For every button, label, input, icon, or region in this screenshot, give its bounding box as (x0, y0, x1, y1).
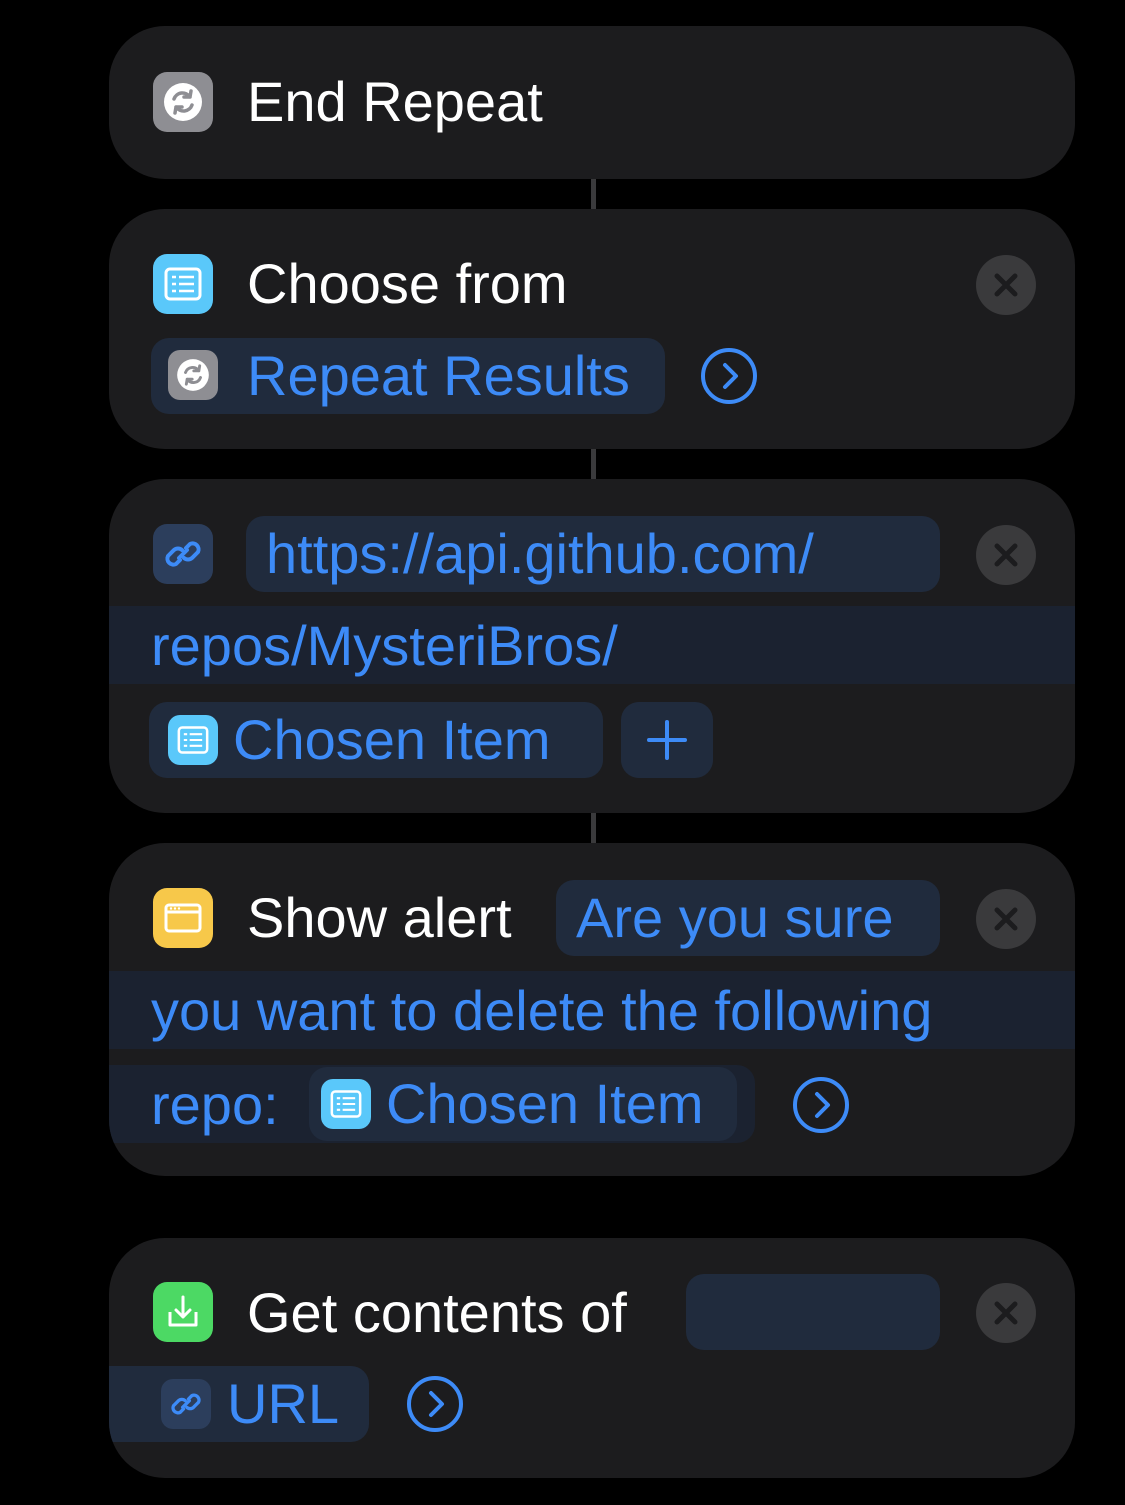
action-get-contents[interactable]: Get contents of URL (109, 1238, 1075, 1478)
url-input-field[interactable] (686, 1274, 940, 1350)
list-icon (153, 254, 213, 314)
variable-label: Repeat Results (247, 344, 630, 407)
variable-chip[interactable]: URL (109, 1366, 369, 1442)
chevron-right-icon (815, 1092, 830, 1118)
action-end-repeat[interactable]: End Repeat (109, 26, 1075, 179)
action-title: End Repeat (247, 70, 543, 133)
variable-chip[interactable]: Repeat Results (151, 338, 665, 414)
close-icon (994, 907, 1018, 931)
close-icon (994, 273, 1018, 297)
variable-chip[interactable]: Chosen Item (149, 702, 603, 778)
url-text-line2: repos/MysteriBros/ (151, 614, 618, 677)
plus-icon (647, 720, 687, 760)
link-icon (153, 524, 213, 584)
alert-message-line1: Are you sure (576, 886, 894, 949)
repeat-icon (153, 72, 213, 132)
expand-button[interactable] (407, 1376, 463, 1432)
alert-message-line2: you want to delete the following (151, 979, 933, 1042)
variable-label: Chosen Item (386, 1072, 704, 1135)
download-icon (153, 1282, 213, 1342)
remove-action-button[interactable] (976, 525, 1036, 585)
repeat-icon (168, 350, 218, 400)
url-field[interactable]: https://api.github.com/ (246, 516, 940, 592)
expand-button[interactable] (793, 1077, 849, 1133)
alert-message-line3: repo: (151, 1073, 279, 1136)
variable-label: Chosen Item (233, 708, 551, 771)
remove-action-button[interactable] (976, 889, 1036, 949)
connector-line (591, 449, 596, 479)
variable-chip[interactable]: Chosen Item (309, 1067, 737, 1141)
list-icon (321, 1079, 371, 1129)
remove-action-button[interactable] (976, 255, 1036, 315)
link-icon (161, 1379, 211, 1429)
action-title: Choose from (247, 252, 568, 315)
url-field-continuation[interactable]: repos/MysteriBros/ (109, 606, 1075, 684)
action-show-alert[interactable]: Show alert Are you sure you want to dele… (109, 843, 1075, 1176)
remove-action-button[interactable] (976, 1283, 1036, 1343)
action-choose-from[interactable]: Choose from Repeat Results (109, 209, 1075, 449)
action-url[interactable]: https://api.github.com/ repos/MysteriBro… (109, 479, 1075, 813)
variable-label: URL (227, 1372, 340, 1435)
chevron-right-icon (723, 363, 738, 389)
expand-button[interactable] (701, 348, 757, 404)
list-icon (168, 715, 218, 765)
chevron-right-icon (429, 1391, 444, 1417)
alert-window-icon (153, 888, 213, 948)
action-title: Get contents of (247, 1281, 627, 1344)
connector-line (591, 179, 596, 209)
close-icon (994, 543, 1018, 567)
url-text-line1: https://api.github.com/ (266, 522, 814, 585)
action-title: Show alert (247, 886, 512, 949)
alert-message-continuation[interactable]: you want to delete the following (109, 971, 1075, 1049)
alert-message-field[interactable]: Are you sure (556, 880, 940, 956)
connector-line (591, 813, 596, 843)
add-variable-button[interactable] (621, 702, 713, 778)
close-icon (994, 1301, 1018, 1325)
